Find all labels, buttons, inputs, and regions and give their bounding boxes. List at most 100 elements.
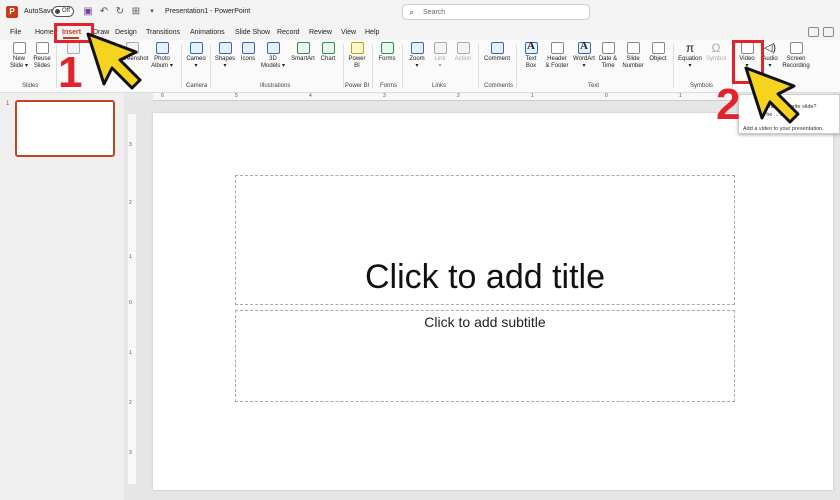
symbol-button[interactable]: Ω Symbol	[704, 42, 728, 63]
slide-number-button[interactable]: Slide Number	[620, 42, 646, 70]
search-placeholder: Search	[423, 9, 446, 16]
action-label: Action	[454, 56, 472, 62]
pi-icon: π	[685, 41, 695, 55]
autosave-toggle[interactable]: Off	[52, 6, 74, 17]
tab-help[interactable]: Help	[365, 27, 379, 38]
star-icon	[456, 42, 470, 54]
separator	[402, 44, 403, 88]
text-box-button[interactable]: A Text Box	[520, 41, 542, 70]
vertical-ruler: 3 2 1 0 1 2 3	[128, 114, 136, 484]
comment-label: Comment	[483, 56, 510, 62]
audio-label: Audio	[762, 56, 778, 62]
power-bi-button[interactable]: Power BI	[346, 42, 368, 70]
ruler-mark: 0	[129, 300, 132, 306]
photo-album-button[interactable]: Photo Album ▾	[149, 42, 175, 70]
comment-button[interactable]: Comment	[482, 42, 512, 63]
header-footer-button[interactable]: Header & Footer	[543, 42, 571, 70]
toggle-knob	[55, 9, 60, 14]
slide[interactable]: Click to add title Click to add subtitle	[153, 113, 833, 490]
cursor-arrow-icon	[744, 66, 800, 124]
symbol-label: Symbol	[705, 56, 726, 62]
comments-icon[interactable]	[808, 27, 819, 37]
new-slide-button[interactable]: New Slide ▾	[8, 42, 30, 70]
share-icon[interactable]	[823, 27, 834, 37]
title-placeholder-text: Click to add title	[365, 258, 605, 296]
step-1-number: 1	[58, 48, 83, 97]
title-placeholder[interactable]: Click to add title	[235, 175, 735, 305]
forms-icon	[380, 42, 394, 54]
chart-label: Chart	[320, 56, 336, 62]
reuse-slides-icon	[35, 42, 49, 54]
forms-button[interactable]: Forms	[376, 42, 398, 63]
ruler-mark: 1	[129, 350, 132, 356]
save-icon[interactable]: ▣	[82, 6, 94, 18]
equation-button[interactable]: π Equation ▾	[677, 42, 703, 70]
tab-animations[interactable]: Animations	[190, 27, 225, 38]
separator	[372, 44, 373, 88]
slide-thumbnail-pane: 1	[0, 93, 124, 500]
tab-review[interactable]: Review	[309, 27, 332, 38]
present-icon[interactable]: ⊞	[130, 6, 142, 18]
shapes-button[interactable]: Shapes ▾	[213, 42, 237, 70]
screen-recording-label: Screen	[786, 56, 806, 62]
3d-models-button[interactable]: 3D Models ▾	[259, 42, 287, 70]
slide-thumbnail[interactable]	[15, 100, 115, 157]
redo-icon[interactable]: ↻	[114, 6, 126, 18]
wordart-label: WordArt	[573, 56, 595, 62]
search-box[interactable]: ⌕ Search	[402, 4, 590, 20]
link-button[interactable]: Link ▾	[430, 42, 450, 70]
icons-button[interactable]: Icons	[238, 42, 258, 63]
separator	[673, 44, 674, 88]
shapes-icon	[218, 42, 232, 54]
object-button[interactable]: Object	[647, 42, 669, 63]
3d-models-label-2: Models ▾	[260, 63, 286, 69]
separator	[210, 44, 211, 88]
tab-home[interactable]: Home	[35, 27, 54, 38]
date-time-button[interactable]: Date & Time	[597, 42, 619, 70]
ruler-mark: 1	[531, 93, 534, 99]
smartart-button[interactable]: SmartArt	[289, 42, 317, 63]
wordart-button[interactable]: A WordArt ▾	[572, 41, 596, 70]
zoom-button[interactable]: Zoom ▾	[406, 42, 428, 70]
link-label: Link	[434, 56, 446, 62]
object-label: Object	[649, 56, 667, 62]
omega-icon: Ω	[711, 41, 721, 55]
calendar-icon	[601, 42, 615, 54]
tab-record[interactable]: Record	[277, 27, 300, 38]
action-button[interactable]: Action	[452, 42, 474, 63]
group-label-illustrations: Illustrations	[260, 83, 291, 89]
tab-view[interactable]: View	[341, 27, 356, 38]
autosave-label: AutoSave	[24, 8, 55, 15]
reuse-slides-label: Reuse	[33, 56, 51, 62]
object-icon	[651, 42, 665, 54]
cameo-button[interactable]: Cameo ▾	[184, 42, 208, 70]
3d-models-label: 3D	[269, 56, 277, 62]
cameo-label: Cameo	[186, 56, 206, 62]
forms-label: Forms	[378, 56, 396, 62]
smartart-icon	[296, 42, 310, 54]
more-icon[interactable]: ▾	[146, 6, 158, 18]
tooltip-line-3: Add a video to your presentation.	[743, 126, 824, 132]
tab-transitions[interactable]: Transitions	[146, 27, 180, 38]
group-label-camera: Camera	[186, 83, 208, 89]
slide-number: 1	[6, 101, 10, 107]
document-title: Presentation1 - PowerPoint	[165, 8, 251, 15]
ruler-mark: 3	[383, 93, 386, 99]
undo-icon[interactable]: ↶	[98, 6, 110, 18]
ruler-mark: 2	[457, 93, 460, 99]
equation-label-2: ▾	[688, 63, 692, 69]
group-label-links: Links	[432, 83, 447, 89]
wordart-icon: A	[577, 41, 591, 54]
screen-recording-icon	[789, 42, 803, 54]
subtitle-placeholder[interactable]: Click to add subtitle	[235, 310, 735, 402]
slide-number-icon	[626, 42, 640, 54]
zoom-label: Zoom	[409, 56, 425, 62]
chart-button[interactable]: Chart	[318, 42, 338, 63]
photo-album-label-2: Album ▾	[151, 63, 173, 69]
reuse-slides-button[interactable]: Reuse Slides	[31, 42, 53, 70]
tab-file[interactable]: File	[10, 27, 21, 38]
ruler-mark: 1	[129, 254, 132, 260]
cube-icon	[266, 42, 280, 54]
icons-icon	[241, 42, 255, 54]
tab-slide-show[interactable]: Slide Show	[235, 27, 270, 38]
